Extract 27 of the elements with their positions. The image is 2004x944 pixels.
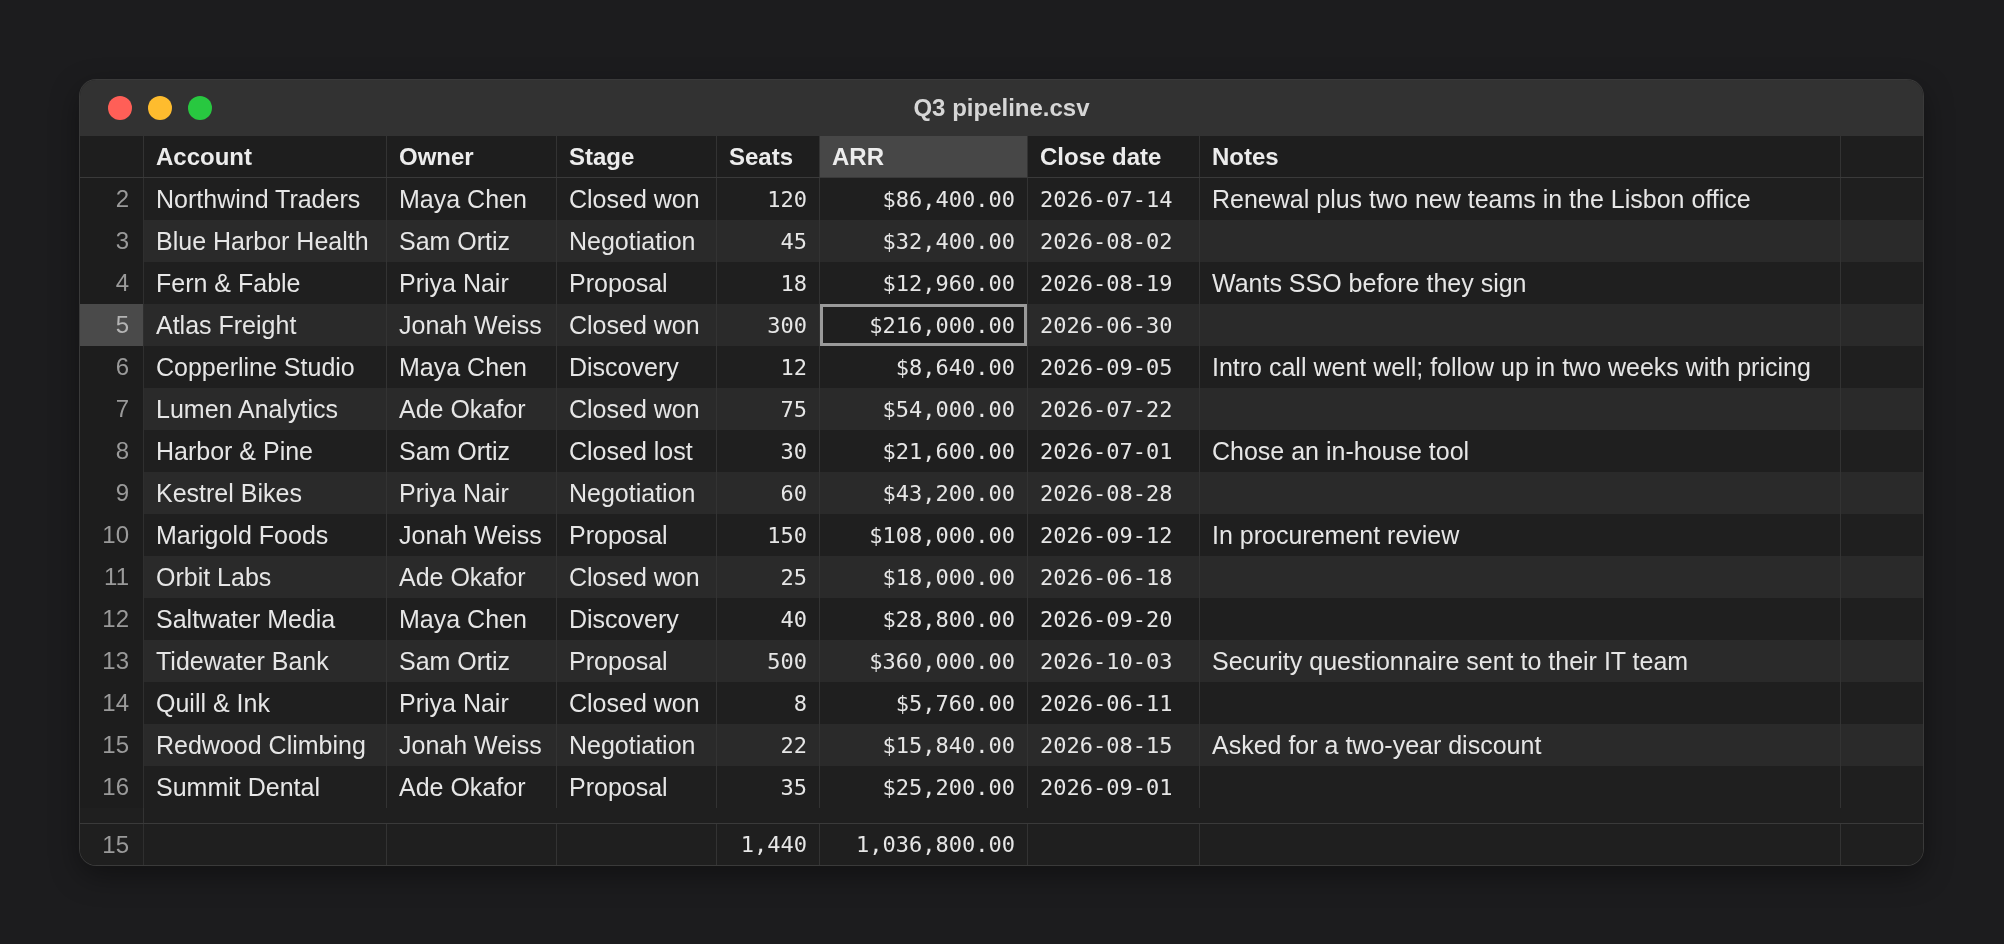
row-number[interactable]: 3 xyxy=(80,220,144,262)
table-cell: $25,200.00 xyxy=(820,766,1028,808)
table-cell: Ade Okafor xyxy=(387,766,557,808)
row-number[interactable]: 9 xyxy=(80,472,144,514)
close-button[interactable] xyxy=(108,96,132,120)
row-number[interactable]: 11 xyxy=(80,556,144,598)
column-header[interactable]: Stage xyxy=(557,136,717,177)
table-cell: Summit Dental xyxy=(144,766,387,808)
row-count: 15 xyxy=(80,824,144,865)
column-header[interactable]: Owner xyxy=(387,136,557,177)
column-header[interactable]: ARR xyxy=(820,136,1028,177)
minimize-button[interactable] xyxy=(148,96,172,120)
table-cell: 2026-09-01 xyxy=(1028,766,1200,808)
table-cell: 35 xyxy=(717,766,820,808)
window-title: Q3 pipeline.csv xyxy=(913,94,1090,122)
column-header[interactable]: Notes xyxy=(1200,136,1841,177)
row-number[interactable]: 7 xyxy=(80,388,144,430)
column-header[interactable]: Account xyxy=(144,136,387,177)
table-cell: Proposal xyxy=(557,766,717,808)
row-number[interactable]: 5 xyxy=(80,304,144,346)
selected-cell: $216,000.00 xyxy=(820,304,1028,346)
column-total: 1,440 xyxy=(717,824,820,865)
row-number[interactable]: 15 xyxy=(80,724,144,766)
row-number[interactable]: 13 xyxy=(80,640,144,682)
maximize-button[interactable] xyxy=(188,96,212,120)
column-header[interactable]: Close date xyxy=(1028,136,1200,177)
column-total: 1,036,800.00 xyxy=(820,824,1028,865)
